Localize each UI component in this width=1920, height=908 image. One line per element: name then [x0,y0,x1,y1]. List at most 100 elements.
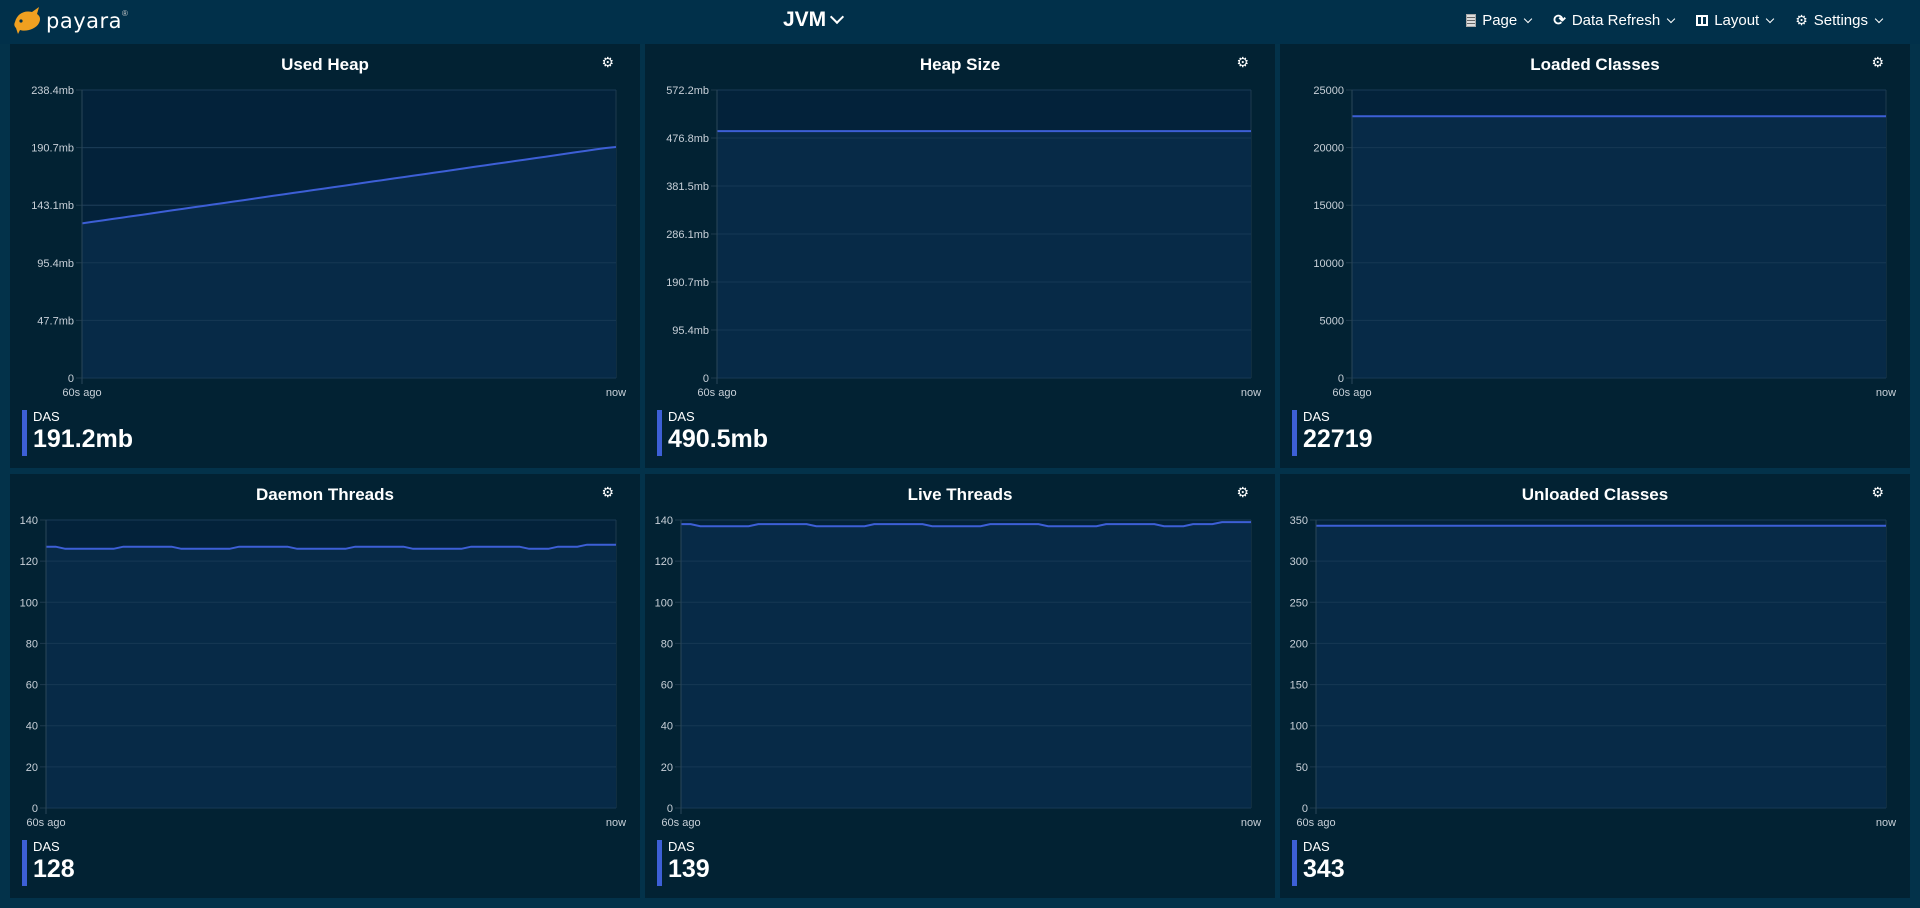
y-tick-label: 80 [26,638,38,650]
y-tick-label: 15000 [1313,200,1344,212]
series-area-das [717,131,1251,378]
y-tick-label: 350 [1290,515,1308,527]
panel-live-threads: Live Threads ⚙ 0 20 40 60 80 100 120 140 60s ago… [645,474,1275,898]
panel-unloaded-classes: Unloaded Classes ⚙ 0 50 100 150 200 250 300 350… [1280,474,1910,898]
y-tick-label: 140 [20,515,38,527]
chevron-down-icon [1666,14,1676,24]
logo-registered-mark: ® [122,8,128,18]
legend: DAS 191.2mb [22,410,133,456]
legend-series-name: DAS [1303,409,1330,424]
y-tick-label: 60 [661,680,673,692]
x-tick-label: 60s ago [1296,817,1335,829]
y-tick-label: 100 [1290,721,1308,733]
y-tick-label: 20000 [1313,143,1344,155]
legend: DAS 22719 [1292,410,1373,456]
legend-current-value: 139 [668,855,710,883]
chart-live-threads: 0 20 40 60 80 100 120 140 60s ago now [655,515,1262,829]
chart-daemon-threads: 0 20 40 60 80 100 120 140 60s ago now [20,515,627,829]
menu-layout-label: Layout [1714,11,1760,29]
page-title: JVM [783,8,827,31]
layout-icon [1696,14,1709,26]
y-tick-label: 0 [1302,803,1308,815]
y-tick-label: 95.4mb [37,258,74,270]
menu-data-refresh[interactable]: ⟳ Data Refresh [1553,11,1676,29]
y-tick-label: 60 [26,680,38,692]
legend: DAS 490.5mb [657,410,768,456]
x-tick-label: now [606,387,626,399]
y-tick-label: 120 [20,556,38,568]
refresh-icon: ⟳ [1553,12,1566,29]
x-tick-label: now [1876,817,1896,829]
y-tick-label: 0 [703,373,709,385]
y-tick-label: 190.7mb [31,143,74,155]
menu-page[interactable]: Page [1466,12,1533,29]
y-tick-label: 140 [655,515,673,527]
menu-data-refresh-label: Data Refresh [1571,11,1661,29]
legend-series-name: DAS [668,409,695,424]
legend-current-value: 343 [1303,855,1345,883]
x-tick-label: 60s ago [661,817,700,829]
panel-loaded-classes: Loaded Classes ⚙ 0 5000 10000 15000 20000 250… [1280,44,1910,468]
x-tick-label: 60s ago [62,387,101,399]
y-tick-label: 25000 [1313,85,1344,97]
y-tick-label: 120 [655,556,673,568]
y-tick-label: 0 [1338,373,1344,385]
chevron-down-icon [1874,14,1884,24]
panel-heap-size: Heap Size ⚙ 0 95.4mb 190.7mb 286.1mb 381.5mb… [645,44,1275,468]
y-tick-label: 40 [661,721,673,733]
legend: DAS 343 [1292,840,1345,886]
legend-series-name: DAS [668,839,695,854]
top-navbar: payara ® JVM Page ⟳ Data Refresh Layout … [0,0,1920,44]
y-tick-label: 20 [26,762,38,774]
y-tick-label: 0 [32,803,38,815]
menu-layout[interactable]: Layout [1696,11,1775,29]
legend-current-value: 128 [33,855,75,883]
chart-used-heap: 0 47.7mb 95.4mb 143.1mb 190.7mb 238.4mb 60s ag… [31,85,626,399]
menu-settings[interactable]: ⚙ Settings [1795,11,1884,29]
x-tick-label: 60s ago [26,817,65,829]
gear-icon: ⚙ [1795,11,1808,28]
y-tick-label: 50 [1296,762,1308,774]
legend: DAS 139 [657,840,710,886]
y-tick-label: 0 [68,373,74,385]
y-tick-label: 10000 [1313,258,1344,270]
panel-used-heap: Used Heap ⚙ 0 47.7mb 95.4mb 143.1mb 190.7mb 2… [10,44,640,468]
payara-logo[interactable]: payara ® [12,4,128,38]
y-tick-label: 5000 [1320,315,1344,327]
fish-logo-icon [14,7,41,34]
y-tick-label: 381.5mb [666,181,709,193]
y-tick-label: 80 [661,638,673,650]
chart-heap-size: 0 95.4mb 190.7mb 286.1mb 381.5mb 476.8mb 572.2… [666,85,1261,399]
panel-daemon-threads: Daemon Threads ⚙ 0 20 40 60 80 100 120 140 60s a… [10,474,640,898]
y-tick-label: 286.1mb [666,229,709,241]
page-icon [1466,13,1477,27]
y-tick-label: 47.7mb [37,315,74,327]
series-area-das [1316,525,1886,808]
menu-settings-label: Settings [1813,11,1868,29]
page-selector[interactable]: JVM [783,8,845,32]
y-tick-label: 40 [26,721,38,733]
legend-current-value: 490.5mb [668,425,769,453]
x-tick-label: now [1241,387,1261,399]
y-tick-label: 150 [1290,680,1308,692]
x-tick-label: now [606,817,626,829]
y-tick-label: 476.8mb [666,133,709,145]
y-tick-label: 238.4mb [31,85,74,97]
legend-current-value: 191.2mb [33,425,134,453]
chart-loaded-classes: 0 5000 10000 15000 20000 25000 60s ago now [1313,85,1896,399]
y-tick-label: 100 [655,597,673,609]
chart-unloaded-classes: 0 50 100 150 200 250 300 350 60s ago now [1290,515,1897,829]
y-tick-label: 572.2mb [666,85,709,97]
x-tick-label: now [1876,387,1896,399]
y-tick-label: 300 [1290,556,1308,568]
chevron-down-icon [830,9,845,25]
y-tick-label: 100 [20,597,38,609]
chevron-down-icon [1523,14,1533,24]
x-tick-label: 60s ago [1332,387,1371,399]
legend-series-name: DAS [1303,839,1330,854]
top-menu: Page ⟳ Data Refresh Layout ⚙ Settings [1466,0,1884,40]
legend-series-name: DAS [33,839,60,854]
y-tick-label: 95.4mb [672,325,709,337]
y-tick-label: 250 [1290,597,1308,609]
chevron-down-icon [1765,14,1775,24]
